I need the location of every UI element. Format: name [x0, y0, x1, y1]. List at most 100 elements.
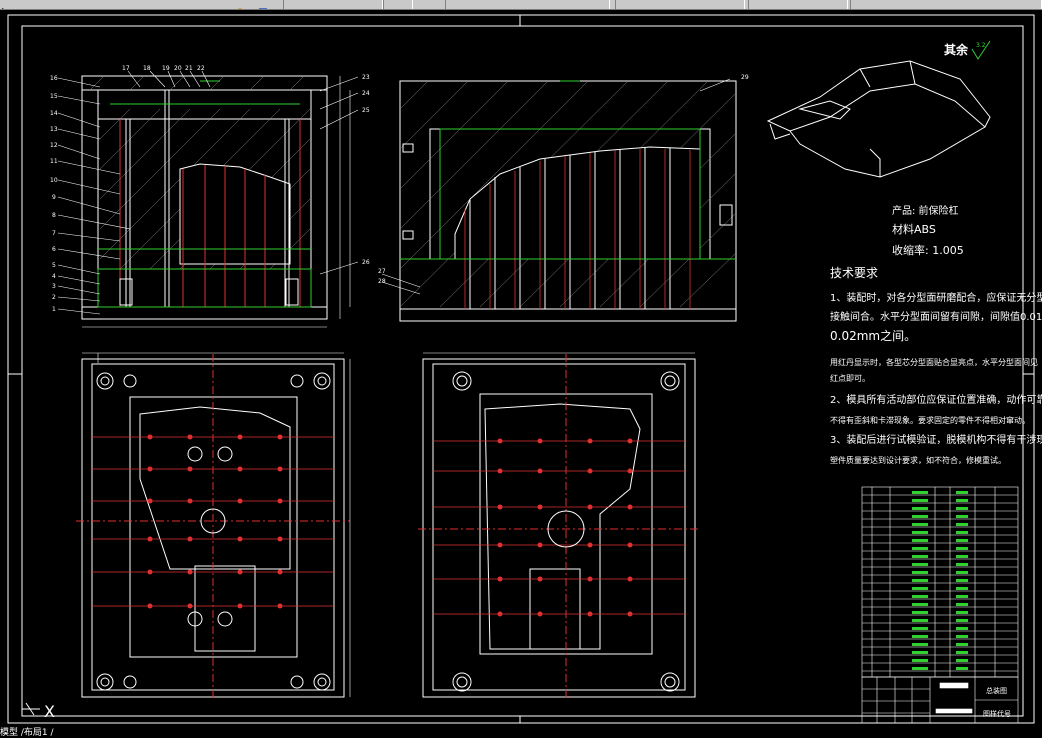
table-cell-mark	[912, 579, 928, 582]
table-cell-mark	[912, 643, 928, 646]
tech-line: 接触间合。水平分型面间留有间隙，间隙值0.01~	[830, 310, 1042, 323]
part-number: 29	[741, 74, 749, 81]
layer-props-icon[interactable]	[258, 0, 268, 9]
part-number: 12	[50, 142, 58, 149]
tech-line: 用红丹显示时，各型芯分型面贴合显亮点，水平分型面间见	[830, 357, 1038, 367]
part-number: 8	[52, 212, 56, 219]
svg-text:总装图: 总装图	[986, 686, 1007, 695]
table-cell-mark	[956, 515, 968, 518]
parts-list-entries	[912, 491, 968, 670]
table-cell-mark	[912, 611, 928, 614]
cad-drawing-canvas[interactable]: 16 15 14 13 12 11 10 9 8 7 6 5 4 3 2 1 1…	[0, 9, 1042, 729]
table-cell-mark	[912, 547, 928, 550]
part-number: 22	[197, 65, 205, 72]
section-view-right	[381, 78, 737, 322]
tech-line: 不得有歪斜和卡滞现象。要求固定的零件不得相对窜动。	[830, 415, 1030, 425]
table-cell-mark	[912, 499, 928, 502]
tech-line: 2、模具所有活动部位应保证位置准确，动作可靠。	[830, 393, 1042, 406]
table-cell-mark	[956, 643, 968, 646]
table-cell-mark	[912, 531, 928, 534]
surface-finish-symbol: 其余 3.2	[944, 40, 991, 60]
tech-line: 1、装配时，对各分型面研磨配合，应保证无分型面	[830, 291, 1042, 304]
table-cell-mark	[912, 571, 928, 574]
table-cell-mark	[956, 539, 968, 542]
part-number: 2	[52, 294, 56, 301]
part-isometric-view	[766, 60, 991, 178]
parts-list-table	[861, 486, 1019, 678]
part-number: 11	[50, 158, 58, 165]
plan-view-left	[76, 352, 351, 699]
tech-line: 3、装配后进行试模验证，脱模机构不得有干涉现象。	[830, 433, 1042, 446]
part-number: 16	[50, 75, 58, 82]
table-cell-mark	[956, 587, 968, 590]
table-cell-mark	[956, 603, 968, 606]
table-cell-mark	[956, 491, 968, 494]
part-number: 1	[52, 306, 56, 313]
svg-text:其余: 其余	[944, 42, 969, 57]
table-cell-mark	[956, 627, 968, 630]
table-cell-mark	[912, 539, 928, 542]
part-number: 19	[162, 65, 170, 72]
part-number: 7	[52, 230, 56, 237]
table-cell-mark	[912, 515, 928, 518]
table-cell-mark	[956, 595, 968, 598]
ucs-icon: X	[22, 702, 55, 721]
tech-line: 0.02mm之间。	[830, 329, 916, 343]
toolbar-tab-1[interactable]	[283, 0, 383, 9]
table-cell-mark	[912, 587, 928, 590]
table-cell-mark	[956, 619, 968, 622]
part-number: 13	[50, 126, 58, 133]
table-cell-mark	[956, 555, 968, 558]
part-number: 20	[174, 65, 182, 72]
table-cell-mark	[956, 563, 968, 566]
table-cell-mark	[956, 531, 968, 534]
toolbar-tab-2[interactable]	[383, 0, 413, 9]
layout-tabs[interactable]: 模型 /布局1 /	[0, 729, 54, 738]
toolbar-tab-3[interactable]	[445, 0, 610, 9]
drawing-border	[7, 14, 1035, 724]
toolbar-arrow-icon[interactable]	[0, 0, 10, 9]
part-number: 28	[378, 278, 386, 285]
toolbar-tab-4[interactable]	[615, 0, 745, 9]
part-number: 27	[378, 268, 386, 275]
svg-text:3.2: 3.2	[976, 42, 986, 49]
part-number: 15	[50, 93, 58, 100]
part-number: 18	[143, 65, 151, 72]
plan-view-right	[418, 352, 700, 699]
part-number: 14	[50, 110, 58, 117]
part-number: 3	[52, 283, 56, 290]
table-cell-mark	[956, 611, 968, 614]
title-block-text: 总装图 图样代号	[983, 686, 1011, 718]
table-cell-mark	[956, 659, 968, 662]
part-number: 23	[362, 74, 370, 81]
part-number: 25	[362, 107, 370, 114]
svg-text:X: X	[44, 702, 55, 721]
part-number: 5	[52, 262, 56, 269]
section-view-left	[81, 75, 351, 328]
table-cell-mark	[912, 651, 928, 654]
table-cell-mark	[912, 619, 928, 622]
table-cell-mark	[912, 667, 928, 670]
part-number: 10	[50, 177, 58, 184]
toolbar-tab-6[interactable]	[850, 0, 1042, 9]
table-cell-mark	[956, 547, 968, 550]
table-cell-mark	[956, 507, 968, 510]
part-number: 21	[185, 65, 193, 72]
part-number: 26	[362, 259, 370, 266]
table-cell-mark	[912, 523, 928, 526]
tech-title: 技术要求	[830, 266, 878, 280]
table-cell-mark	[912, 627, 928, 630]
layer-tool-icon[interactable]	[236, 0, 246, 9]
product-name: 产品: 前保险杠	[892, 204, 959, 217]
table-cell-mark	[912, 491, 928, 494]
shrink-rate: 收缩率: 1.005	[892, 243, 964, 257]
tech-line: 塑件质量要达到设计要求，如不符合，修模重试。	[830, 455, 1006, 465]
tech-line: 红点即可。	[830, 373, 870, 383]
part-number: 17	[122, 65, 130, 72]
part-number: 4	[52, 273, 56, 280]
technical-requirements: 技术要求 1、装配时，对各分型面研磨配合，应保证无分型面 接触间合。水平分型面间…	[830, 266, 1042, 465]
table-cell-mark	[912, 603, 928, 606]
table-cell-mark	[912, 595, 928, 598]
table-cell-mark	[956, 667, 968, 670]
toolbar-tab-5[interactable]	[748, 0, 848, 9]
